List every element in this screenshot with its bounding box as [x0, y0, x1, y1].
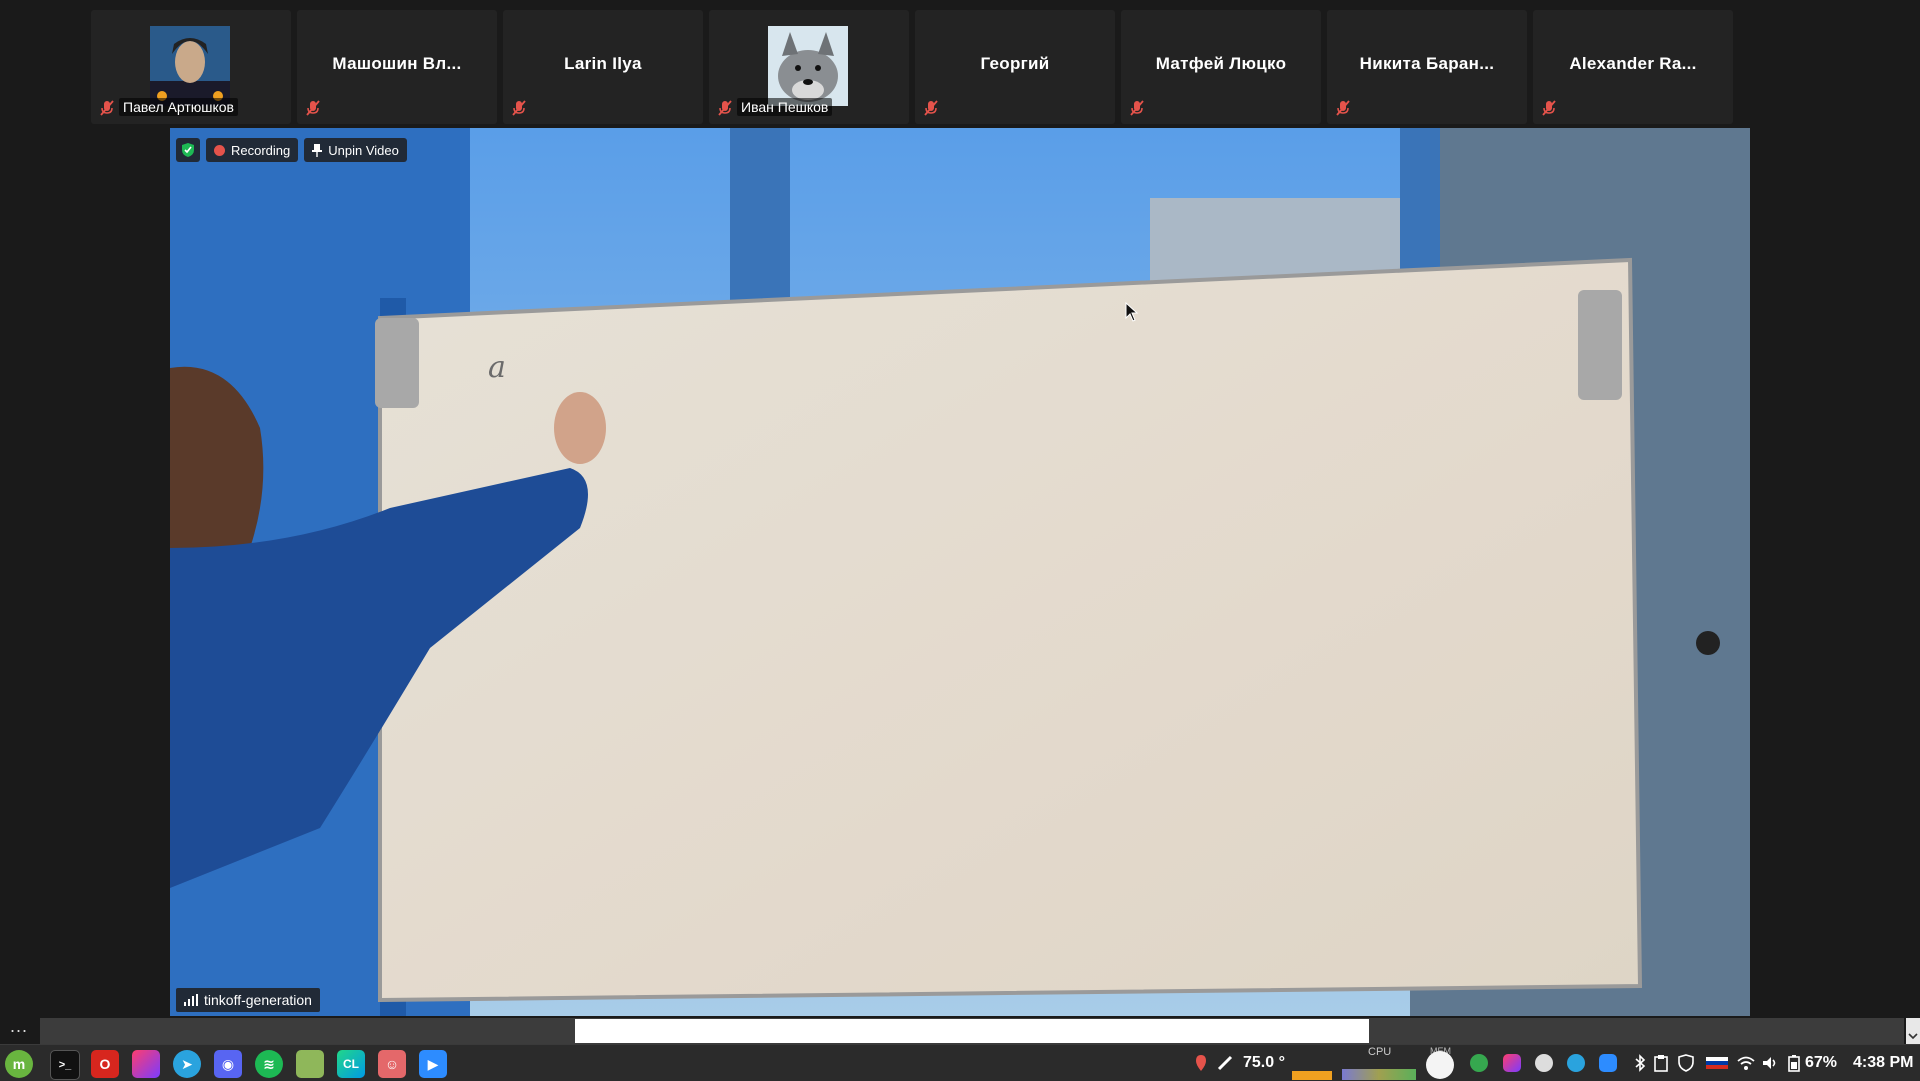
wifi-icon[interactable] — [1737, 1054, 1755, 1072]
participant-name: Матфей Люцко — [1155, 54, 1287, 73]
system-taskbar: m >_ O ➤ ◉ ≋ CL ☺ ▶ 75.0 ° CPU MEM — [0, 1044, 1920, 1081]
mic-muted-icon — [100, 100, 114, 116]
participant-tile[interactable]: Alexander Ra... — [1533, 10, 1733, 124]
mic-muted-icon — [1130, 100, 1144, 116]
thermometer-icon — [1217, 1055, 1233, 1071]
opera-icon[interactable]: O — [91, 1050, 119, 1078]
security-status[interactable] — [176, 138, 200, 162]
temperature-graph — [1292, 1071, 1332, 1080]
whiteboard-text: a — [488, 350, 506, 385]
bluetooth-icon[interactable] — [1631, 1054, 1649, 1072]
participant-name: Машошин Вл... — [332, 54, 462, 73]
mic-muted-icon — [512, 100, 526, 116]
keyboard-layout-flag-icon[interactable] — [1706, 1054, 1728, 1072]
participant-name: Никита Баран... — [1359, 54, 1495, 73]
pin-icon — [312, 144, 323, 157]
volume-icon[interactable] — [1761, 1054, 1779, 1072]
participant-name: Павел Артюшков — [119, 98, 238, 116]
video-toolbar: Recording Unpin Video — [176, 138, 407, 162]
vpn-icon[interactable] — [1470, 1054, 1488, 1072]
terminal-icon[interactable]: >_ — [50, 1050, 80, 1080]
telegram-icon[interactable]: ➤ — [173, 1050, 201, 1078]
shield-tray-icon[interactable] — [1677, 1054, 1695, 1072]
participant-tile[interactable]: Георгий — [915, 10, 1115, 124]
unpin-video-button[interactable]: Unpin Video — [304, 138, 407, 162]
telegram-tray-icon[interactable] — [1567, 1054, 1585, 1072]
scroll-down-button[interactable] — [1906, 1018, 1920, 1044]
shield-check-icon — [182, 143, 194, 157]
steam-icon[interactable] — [1535, 1054, 1553, 1072]
clock[interactable]: 4:38 PM — [1853, 1054, 1913, 1072]
participant-name: Larin Ilya — [564, 54, 642, 73]
cpu-graph[interactable] — [1342, 1069, 1416, 1080]
chevron-down-icon — [1908, 1033, 1918, 1040]
signal-bars-icon — [184, 994, 198, 1006]
participant-name: Георгий — [980, 54, 1050, 73]
participant-tile[interactable]: Павел Артюшков — [91, 10, 291, 124]
horizontal-scrollbar[interactable] — [40, 1018, 1904, 1044]
battery-percent: 67% — [1805, 1054, 1838, 1071]
participant-name: Alexander Ra... — [1569, 54, 1697, 73]
speaker-name: tinkoff-generation — [204, 992, 312, 1008]
cpu-label: CPU — [1368, 1046, 1392, 1058]
mic-muted-icon — [718, 100, 732, 116]
pinned-video[interactable]: Recording Unpin Video a tinkoff-generati… — [170, 128, 1750, 1016]
participant-tile[interactable]: Матфей Люцко — [1121, 10, 1321, 124]
participant-tile[interactable]: Larin Ilya — [503, 10, 703, 124]
recording-label: Recording — [231, 142, 291, 158]
recording-indicator[interactable]: Recording — [206, 138, 299, 162]
clipboard-icon[interactable] — [1652, 1054, 1670, 1072]
participant-name: Иван Пешков — [737, 98, 833, 116]
discord-icon[interactable]: ◉ — [214, 1050, 242, 1078]
mic-muted-icon — [1336, 100, 1350, 116]
jetbrains-toolbox-icon[interactable] — [132, 1050, 160, 1078]
clion-icon[interactable]: CL — [337, 1050, 365, 1078]
participant-avatar — [150, 26, 230, 106]
zoom-tray-icon[interactable] — [1599, 1054, 1617, 1072]
participant-tile[interactable]: Машошин Вл... — [297, 10, 497, 124]
mic-muted-icon — [1542, 100, 1556, 116]
unpin-label: Unpin Video — [328, 142, 399, 158]
mic-muted-icon — [306, 100, 320, 116]
participant-strip: Павел Артюшков Машошин Вл... Larin Ilya — [91, 10, 1733, 124]
mint-menu-icon[interactable]: m — [5, 1050, 33, 1078]
memory-pie[interactable] — [1426, 1051, 1454, 1079]
record-icon — [214, 144, 225, 156]
speaker-name-tag: tinkoff-generation — [176, 988, 320, 1012]
battery-icon[interactable] — [1785, 1054, 1803, 1072]
participant-tile[interactable]: Иван Пешков — [709, 10, 909, 124]
mic-muted-icon — [924, 100, 938, 116]
zoom-icon[interactable]: ▶ — [419, 1050, 447, 1078]
gitkraken-icon[interactable]: ☺ — [378, 1050, 406, 1078]
location-pin-icon — [1196, 1055, 1206, 1071]
spotify-icon[interactable]: ≋ — [255, 1050, 283, 1078]
video-frame — [170, 128, 1750, 1016]
scrollbar-thumb[interactable] — [575, 1019, 1369, 1043]
mouse-cursor-icon — [1125, 302, 1139, 322]
more-options-button[interactable]: ... — [10, 1016, 28, 1037]
jetbrains-tray-icon[interactable] — [1503, 1054, 1521, 1072]
files-icon[interactable] — [296, 1050, 324, 1078]
participant-tile[interactable]: Никита Баран... — [1327, 10, 1527, 124]
participant-avatar — [768, 26, 848, 106]
temperature-readout: 75.0 ° — [1243, 1054, 1285, 1071]
